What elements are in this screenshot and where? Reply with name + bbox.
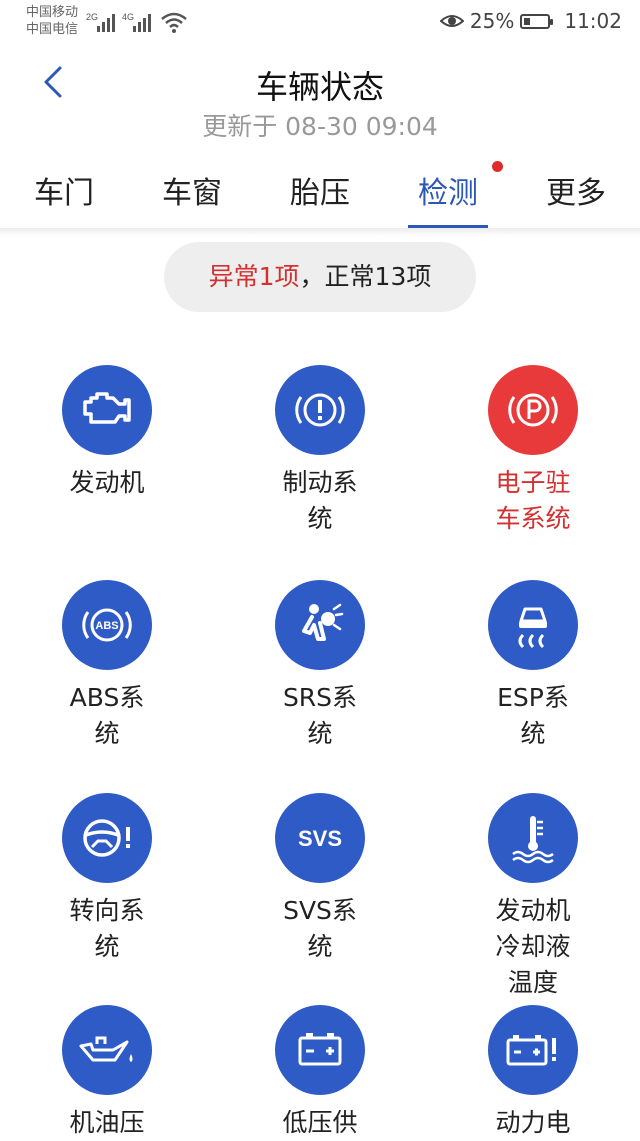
power-battery-icon bbox=[488, 1005, 578, 1095]
item-label: ESP系统 bbox=[497, 683, 569, 748]
tab-tire-pressure[interactable]: 胎压 bbox=[265, 168, 375, 212]
signal-4g-icon: 4G bbox=[122, 12, 151, 32]
item-esp[interactable]: ESP系统 bbox=[443, 580, 623, 752]
page-title: 车辆状态 bbox=[255, 68, 384, 106]
wifi-icon bbox=[161, 12, 187, 33]
item-oil-pressure[interactable]: 机油压 bbox=[17, 1005, 197, 1141]
abnormal-count: 异常1项 bbox=[208, 262, 300, 291]
notification-dot bbox=[492, 161, 503, 172]
battery-icon bbox=[520, 13, 554, 29]
svg-text:4G: 4G bbox=[122, 12, 134, 22]
item-srs[interactable]: SRS系统 bbox=[230, 580, 410, 752]
svg-text:SVS: SVS bbox=[298, 826, 342, 851]
carrier-1: 中国移动 bbox=[26, 5, 79, 20]
normal-count: 正常13项 bbox=[324, 262, 432, 291]
item-engine[interactable]: 发动机 bbox=[17, 365, 197, 501]
carrier-info: 中国移动 中国电信 bbox=[26, 4, 78, 38]
item-low-voltage[interactable]: 低压供 bbox=[230, 1005, 410, 1141]
item-power-battery[interactable]: 动力电 bbox=[443, 1005, 623, 1141]
battery-icon bbox=[275, 1005, 365, 1095]
coolant-temp-icon bbox=[488, 793, 578, 883]
tab-more[interactable]: 更多 bbox=[521, 168, 631, 212]
battery-percent: 25% bbox=[469, 9, 515, 33]
status-right: 25% 11:02 bbox=[439, 9, 622, 33]
item-label: 发动机 bbox=[69, 468, 145, 497]
item-coolant-temp[interactable]: 发动机 冷却液 温度 bbox=[443, 793, 623, 1001]
oil-pressure-icon bbox=[62, 1005, 152, 1095]
summary-separator: ， bbox=[299, 262, 325, 291]
item-svs[interactable]: SVS SVS系统 bbox=[230, 793, 410, 965]
update-time: 更新于 08-30 09:04 bbox=[202, 112, 438, 141]
svs-icon: SVS bbox=[275, 793, 365, 883]
item-label: 转向系统 bbox=[69, 896, 145, 961]
item-abs[interactable]: ABS ABS系统 bbox=[17, 580, 197, 752]
summary-pill: 异常1项，正常13项 bbox=[164, 242, 476, 312]
engine-icon bbox=[62, 365, 152, 455]
parking-brake-icon bbox=[488, 365, 578, 455]
abs-icon: ABS bbox=[62, 580, 152, 670]
item-label: 电子驻 车系统 bbox=[495, 468, 571, 533]
item-label: SRS系统 bbox=[282, 683, 358, 748]
item-label: 低压供 bbox=[282, 1108, 358, 1137]
tab-doors[interactable]: 车门 bbox=[9, 168, 119, 212]
item-label: 制动系统 bbox=[282, 468, 358, 533]
esp-icon bbox=[488, 580, 578, 670]
item-brake-system[interactable]: 制动系统 bbox=[230, 365, 410, 537]
item-label: 机油压 bbox=[69, 1108, 145, 1137]
clock: 11:02 bbox=[564, 9, 622, 33]
tab-windows[interactable]: 车窗 bbox=[137, 168, 247, 212]
item-steering[interactable]: 转向系统 bbox=[17, 793, 197, 965]
status-bar: 中国移动 中国电信 2G 4G 25% 11:02 bbox=[0, 0, 640, 44]
header-divider bbox=[0, 228, 640, 236]
item-label: 动力电 bbox=[495, 1108, 571, 1137]
item-label: 发动机 冷却液 温度 bbox=[495, 896, 571, 997]
signal-2g-icon: 2G bbox=[86, 12, 115, 32]
brake-warning-icon bbox=[275, 365, 365, 455]
item-label: ABS系统 bbox=[69, 683, 145, 748]
item-label: SVS系统 bbox=[283, 896, 357, 961]
eye-comfort-icon bbox=[439, 15, 464, 27]
airbag-icon bbox=[275, 580, 365, 670]
tab-bar: 车门 车窗 胎压 检测 更多 bbox=[0, 160, 640, 228]
steering-warning-icon bbox=[62, 793, 152, 883]
svg-text:ABS: ABS bbox=[95, 620, 118, 632]
carrier-2: 中国电信 bbox=[26, 22, 79, 37]
tab-inspection[interactable]: 检测 bbox=[393, 168, 503, 212]
svg-text:2G: 2G bbox=[86, 12, 98, 22]
item-parking-brake[interactable]: 电子驻 车系统 bbox=[443, 365, 623, 537]
